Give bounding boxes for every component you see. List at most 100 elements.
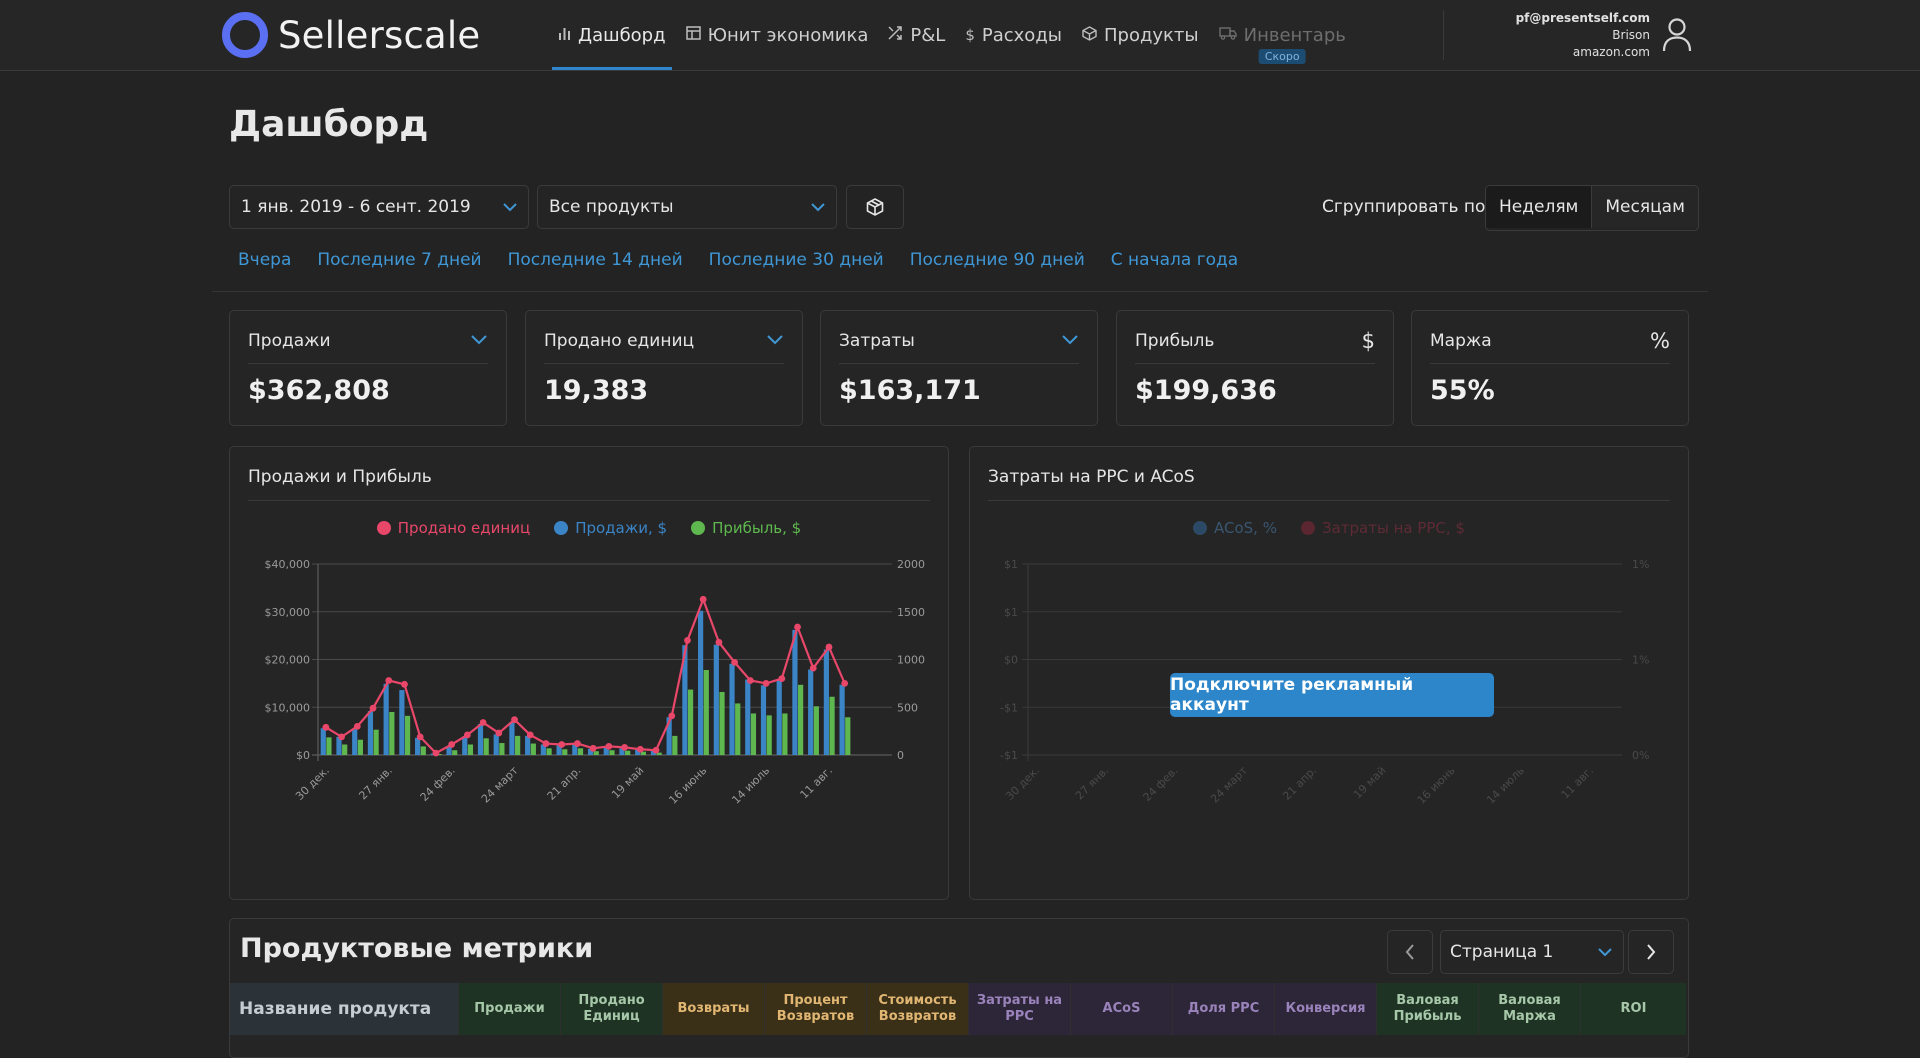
- user-icon[interactable]: [1662, 17, 1692, 53]
- y-tick-label-left: $40,000: [265, 558, 311, 571]
- kpi-card-costs[interactable]: Затраты $163,171: [820, 310, 1098, 426]
- range-link-90-days[interactable]: Последние 90 дней: [910, 250, 1085, 270]
- column-header[interactable]: Затраты на PPC: [969, 983, 1071, 1035]
- chevron-down-icon[interactable]: [1061, 329, 1079, 351]
- account-email: pf@presentself.com: [1515, 11, 1650, 25]
- bar-sales: [493, 734, 499, 755]
- date-range-select[interactable]: 1 янв. 2019 - 6 сент. 2019: [229, 185, 529, 229]
- bar-profit: [687, 689, 694, 755]
- legend-dot: [1300, 521, 1315, 535]
- point-units-sold: [322, 723, 330, 731]
- range-link-ytd[interactable]: С начала года: [1111, 250, 1238, 270]
- chevron-down-icon: [503, 203, 517, 212]
- bar-sales: [792, 629, 798, 755]
- column-header[interactable]: Продано Единиц: [561, 983, 663, 1035]
- group-weeks-button[interactable]: Неделям: [1486, 186, 1592, 228]
- point-units-sold: [825, 643, 833, 651]
- bar-sales: [823, 649, 829, 755]
- page-select[interactable]: Страница 1: [1440, 930, 1624, 974]
- legend-item-ppc[interactable]: Затраты на PPC, $: [1300, 519, 1465, 537]
- box-icon: [866, 198, 884, 216]
- kpi-label: Продажи: [248, 331, 331, 351]
- chevron-down-icon: [1598, 948, 1612, 957]
- nav-item-expenses[interactable]: $ Расходы: [959, 0, 1068, 70]
- column-header[interactable]: Доля PPC: [1173, 983, 1275, 1035]
- product-group-button[interactable]: [846, 185, 904, 229]
- chevron-down-icon[interactable]: [766, 329, 784, 351]
- point-units-sold: [621, 743, 628, 751]
- product-select[interactable]: Все продукты: [537, 185, 837, 229]
- legend-label: Затраты на PPC, $: [1321, 519, 1465, 537]
- legend-dot: [691, 521, 706, 535]
- column-header[interactable]: Стоимость Возвратов: [867, 983, 969, 1035]
- chart-title: Затраты на PPC и ACoS: [988, 467, 1195, 487]
- x-tick-label: 19 май: [609, 764, 646, 801]
- group-months-button[interactable]: Месяцам: [1591, 186, 1698, 228]
- kpi-card-sales[interactable]: Продажи $362,808: [229, 310, 507, 426]
- filters-bar: 1 янв. 2019 - 6 сент. 2019 Все продукты …: [229, 185, 1699, 231]
- nav-item-inventory[interactable]: Инвентарь Скоро: [1213, 0, 1352, 70]
- nav-item-label: Юнит экономика: [707, 24, 869, 46]
- range-link-14-days[interactable]: Последние 14 дней: [508, 250, 683, 270]
- x-tick-label: 16 июнь: [1415, 764, 1458, 807]
- bar-profit: [813, 706, 819, 755]
- prev-page-button[interactable]: [1387, 930, 1433, 974]
- y-tick-label-right: 0: [897, 749, 904, 762]
- legend-item-sales[interactable]: Продажи, $: [554, 519, 667, 537]
- chevron-down-icon[interactable]: [470, 329, 488, 351]
- column-header[interactable]: ACoS: [1071, 983, 1173, 1035]
- dollar-icon: $: [1361, 329, 1375, 353]
- x-tick-label: 21 апр.: [545, 764, 584, 803]
- quick-ranges: Вчера Последние 7 дней Последние 14 дней…: [238, 250, 1264, 270]
- y-tick-label-right: 2000: [897, 558, 925, 571]
- next-page-button[interactable]: [1628, 930, 1674, 974]
- column-header-product-name[interactable]: Название продукта: [230, 983, 459, 1035]
- legend-item-profit[interactable]: Прибыль, $: [691, 519, 801, 537]
- section-divider: [212, 291, 1708, 292]
- column-header[interactable]: Валовая Маржа: [1479, 983, 1581, 1035]
- nav-item-unit-economics[interactable]: Юнит экономика: [680, 0, 875, 70]
- date-range-value: 1 янв. 2019 - 6 сент. 2019: [241, 197, 471, 217]
- x-tick-label: 30 дек.: [1003, 764, 1042, 803]
- bar-profit: [672, 735, 678, 755]
- kpi-value: $199,636: [1135, 375, 1277, 406]
- ppc-acos-chart: $1 $1 $0 -$1 -$1 1% 1% 0% 30 дек. 27 янв. 24 фев. 2…: [1000, 558, 1649, 807]
- nav-item-products[interactable]: Продукты: [1076, 0, 1205, 70]
- chart-legend: ACoS, % Затраты на PPC, $: [970, 519, 1688, 537]
- point-units-sold: [762, 679, 770, 687]
- logo[interactable]: Sellerscale: [222, 12, 480, 58]
- kpi-label: Прибыль: [1135, 331, 1215, 351]
- kpi-row: Продажи $362,808 Продано единиц 19,383 З…: [229, 310, 1689, 427]
- y-tick-label-right: 0%: [1632, 749, 1649, 762]
- legend-item-acos[interactable]: ACoS, %: [1193, 519, 1277, 537]
- nav-item-dashboard[interactable]: Дашборд: [552, 0, 672, 70]
- range-link-7-days[interactable]: Последние 7 дней: [317, 250, 481, 270]
- nav-item-label: Продукты: [1103, 24, 1199, 46]
- column-header[interactable]: Конверсия: [1275, 983, 1377, 1035]
- column-header[interactable]: Процент Возвратов: [765, 983, 867, 1035]
- bar-sales: [839, 684, 845, 755]
- connect-ads-account-button[interactable]: Подключите рекламный аккаунт: [1170, 673, 1494, 717]
- column-header[interactable]: Валовая Прибыль: [1377, 983, 1479, 1035]
- nav-item-label: Инвентарь: [1243, 24, 1346, 46]
- nav-item-pnl[interactable]: P&L: [882, 0, 951, 70]
- legend-label: Продано единиц: [397, 519, 531, 537]
- bar-profit: [609, 750, 615, 755]
- shuffle-icon: [888, 26, 903, 44]
- chevron-right-icon: [1647, 944, 1656, 960]
- account-info[interactable]: pf@presentself.com Brison amazon.com: [1516, 10, 1650, 61]
- kpi-card-units-sold[interactable]: Продано единиц 19,383: [525, 310, 803, 426]
- sales-profit-panel: Продажи и Прибыль Продано единиц Продажи…: [229, 446, 949, 900]
- column-header[interactable]: Возвраты: [663, 983, 765, 1035]
- range-link-30-days[interactable]: Последние 30 дней: [709, 250, 884, 270]
- y-tick-label-left: $1: [1004, 606, 1018, 619]
- y-tick-label-left: $30,000: [265, 606, 311, 619]
- box-icon: [1082, 25, 1097, 45]
- x-tick-label: 24 фев.: [418, 764, 458, 804]
- column-header[interactable]: Продажи: [459, 983, 561, 1035]
- point-units-sold: [715, 638, 723, 646]
- column-header[interactable]: ROI: [1581, 983, 1686, 1035]
- legend-item-units[interactable]: Продано единиц: [376, 519, 531, 537]
- kpi-value: $362,808: [248, 375, 390, 406]
- range-link-yesterday[interactable]: Вчера: [238, 250, 291, 270]
